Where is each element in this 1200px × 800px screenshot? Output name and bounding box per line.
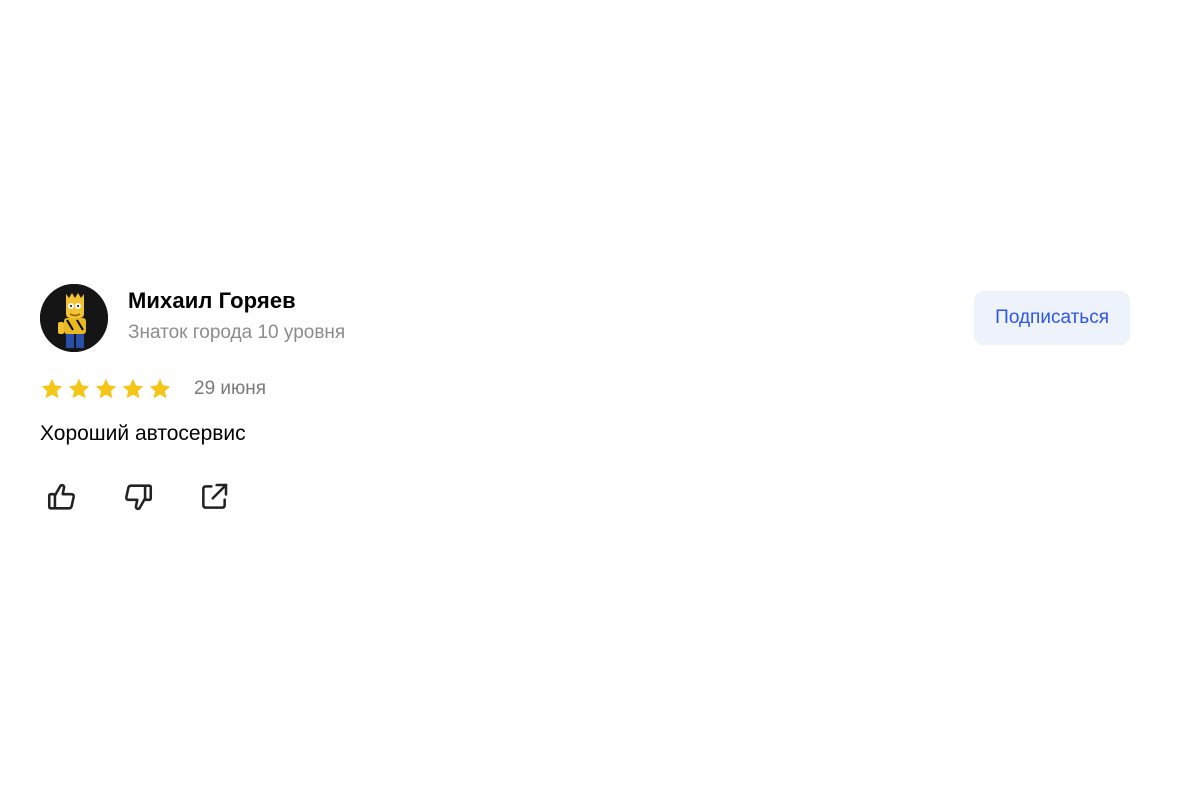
dislike-button[interactable] <box>120 479 156 515</box>
thumbs-down-icon <box>125 484 153 511</box>
star-icon <box>40 377 64 401</box>
review-text: Хороший автосервис <box>40 422 246 445</box>
author-level: Знаток города 10 уровня <box>128 322 346 343</box>
rating-stars <box>40 377 172 401</box>
review-header: Михаил Горяев Знаток города 10 уровня По… <box>40 284 1130 354</box>
star-icon <box>121 377 145 401</box>
share-icon <box>202 483 228 509</box>
like-button[interactable] <box>44 479 80 515</box>
review-date: 29 июня <box>194 378 267 399</box>
subscribe-button[interactable]: Подписаться <box>974 291 1130 345</box>
review-card: Михаил Горяев Знаток города 10 уровня По… <box>40 284 1130 515</box>
avatar[interactable] <box>40 284 108 352</box>
star-icon <box>94 377 118 401</box>
thumbs-up-icon <box>47 483 75 510</box>
review-actions <box>40 479 1130 515</box>
review-meta: 29 июня <box>40 375 1130 403</box>
star-icon <box>148 377 172 401</box>
author-name[interactable]: Михаил Горяев <box>128 286 345 316</box>
star-icon <box>67 377 91 401</box>
author-info: Михаил Горяев Знаток города 10 уровня <box>128 286 345 347</box>
share-button[interactable] <box>196 479 232 515</box>
